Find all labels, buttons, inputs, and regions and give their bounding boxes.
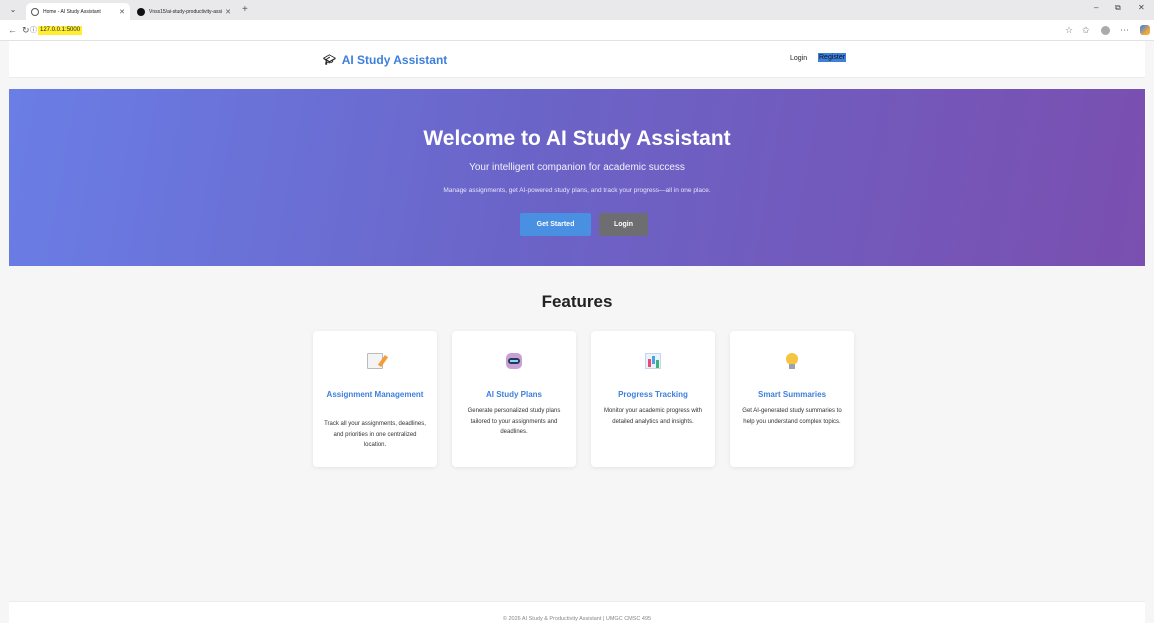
- feature-card-study-plans: AI Study Plans Generate personalized stu…: [452, 331, 576, 467]
- feature-title: AI Study Plans: [485, 390, 542, 399]
- reload-icon[interactable]: ↻: [22, 25, 30, 35]
- tab-menu-icon[interactable]: ⌄: [6, 4, 20, 16]
- address-bar: ← ↻ ⓘ 127.0.0.1:5000 ☆ ✩ ⋯: [0, 20, 1154, 41]
- hero-title: Welcome to AI Study Assistant: [423, 127, 731, 150]
- features-section: Features Assignment Management Track all…: [9, 266, 1145, 601]
- new-tab-button[interactable]: +: [242, 4, 248, 16]
- graduation-cap-icon: 🎓︎: [323, 54, 336, 66]
- features-title: Features: [541, 292, 613, 311]
- globe-icon: [31, 7, 39, 16]
- hero-subtitle: Your intelligent companion for academic …: [469, 162, 685, 173]
- feature-title: Assignment Management: [326, 390, 424, 399]
- hero-section: Welcome to AI Study Assistant Your intel…: [9, 89, 1145, 266]
- page-footer: © 2026 AI Study & Productivity Assistant…: [9, 601, 1145, 623]
- favorites-bar-icon[interactable]: ✩: [1082, 25, 1090, 35]
- feature-description: Track all your assignments, deadlines, a…: [324, 421, 426, 448]
- brand-name: AI Study Assistant: [341, 53, 448, 67]
- feature-card-progress: Progress Tracking Monitor your academic …: [591, 331, 715, 467]
- bar-chart-icon: [645, 353, 661, 369]
- feature-card-assignments: Assignment Management Track all your ass…: [313, 331, 437, 467]
- site-info-icon[interactable]: ⓘ: [30, 26, 37, 36]
- tab-title: Vnss15/ai-study-productivity-assi: [149, 8, 223, 15]
- tab-title: Home - AI Study Assistant: [43, 8, 101, 15]
- feature-description: Get AI-generated study summaries to help…: [742, 408, 842, 425]
- tab-github[interactable]: Vnss15/ai-study-productivity-assi ✕: [132, 3, 236, 20]
- back-icon[interactable]: ←: [8, 25, 17, 35]
- hero-login-button[interactable]: Login: [599, 213, 648, 236]
- copilot-icon[interactable]: [1140, 25, 1150, 35]
- feature-title: Smart Summaries: [757, 390, 827, 399]
- profile-icon[interactable]: [1101, 26, 1110, 35]
- github-icon: [137, 7, 145, 16]
- favorite-icon[interactable]: ☆: [1065, 25, 1073, 35]
- memo-icon: [367, 353, 383, 369]
- hero-description: Manage assignments, get AI-powered study…: [443, 187, 711, 194]
- light-bulb-icon: [784, 353, 800, 369]
- maximize-button[interactable]: ⧉: [1115, 3, 1121, 13]
- feature-description: Generate personalized study plans tailor…: [467, 408, 561, 435]
- close-tab-icon[interactable]: ✕: [225, 8, 231, 16]
- brand-link[interactable]: 🎓︎ AI Study Assistant: [323, 53, 447, 67]
- feature-title: Progress Tracking: [618, 390, 688, 399]
- robot-icon: [506, 353, 522, 369]
- minimize-button[interactable]: –: [1094, 3, 1098, 12]
- more-icon[interactable]: ⋯: [1120, 25, 1129, 35]
- close-window-button[interactable]: ✕: [1138, 3, 1145, 12]
- nav-register-link[interactable]: Register: [818, 53, 847, 62]
- url-field[interactable]: 127.0.0.1:5000: [38, 26, 83, 35]
- tab-home[interactable]: Home - AI Study Assistant ✕: [26, 3, 130, 20]
- feature-card-summaries: Smart Summaries Get AI-generated study s…: [730, 331, 854, 467]
- close-tab-icon[interactable]: ✕: [119, 8, 125, 16]
- feature-description: Monitor your academic progress with deta…: [603, 408, 703, 425]
- get-started-button[interactable]: Get Started: [520, 213, 591, 236]
- nav-login-link[interactable]: Login: [790, 55, 807, 62]
- browser-tab-strip: ⌄ Home - AI Study Assistant ✕ Vnss15/ai-…: [0, 0, 1154, 20]
- app-navbar: 🎓︎ AI Study Assistant Login Register: [9, 41, 1145, 78]
